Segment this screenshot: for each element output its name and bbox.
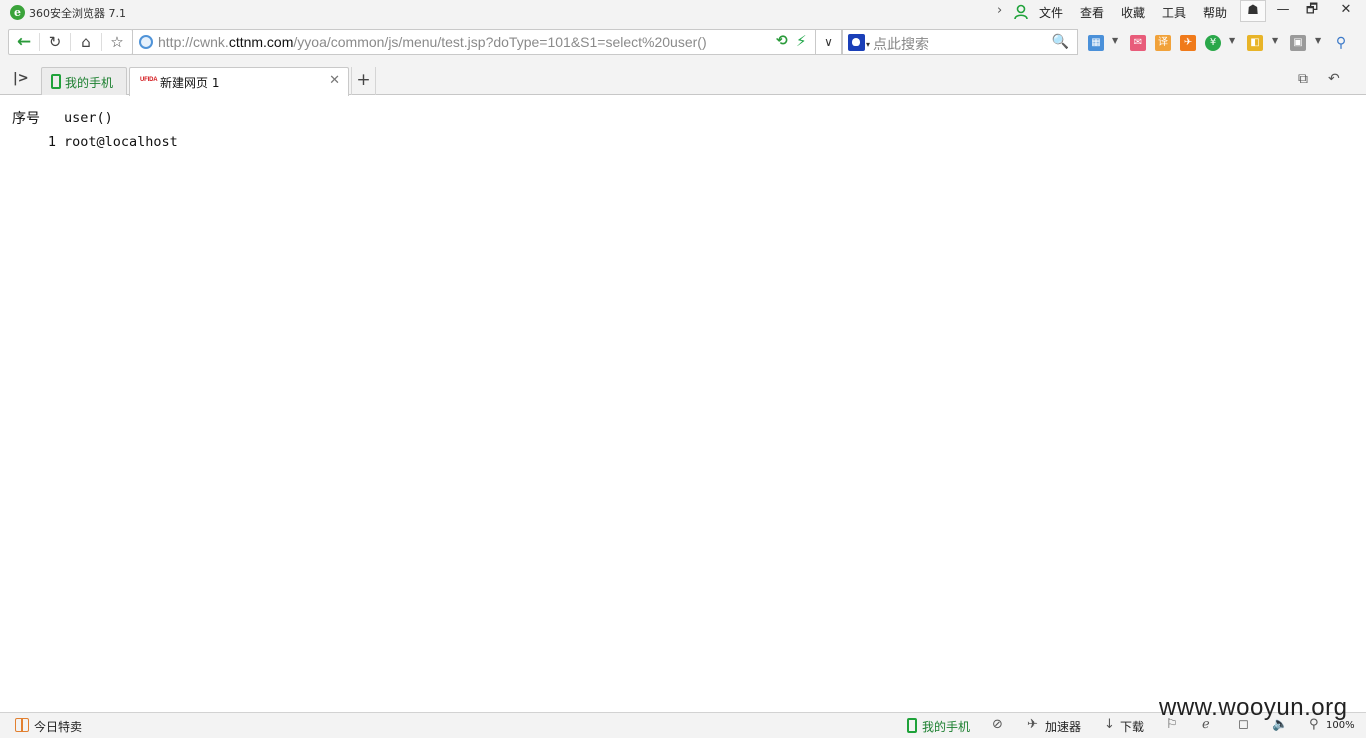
menu-view[interactable]: 查看 xyxy=(1080,4,1104,21)
deals-link[interactable]: 今日特卖 xyxy=(34,718,82,735)
shield-icon[interactable]: ¥ xyxy=(1205,35,1221,51)
search-input[interactable]: 点此搜索 xyxy=(873,34,929,54)
download-icon[interactable]: ↓ xyxy=(1104,717,1115,732)
row-user: root@localhost xyxy=(64,134,178,150)
search-engine-icon[interactable] xyxy=(848,34,865,51)
accelerator-button[interactable]: 加速器 xyxy=(1045,718,1081,735)
table-header-row: 序号 user() xyxy=(10,106,180,130)
search-bar[interactable]: ▾ 点此搜索 🔍 xyxy=(842,29,1078,55)
page-content: 序号 user() 1 root@localhost xyxy=(0,96,1366,712)
home-button[interactable]: ⌂ xyxy=(71,30,101,54)
menu-help[interactable]: 帮助 xyxy=(1203,4,1227,21)
new-tab-button[interactable]: + xyxy=(351,67,376,95)
title-bar: e 360安全浏览器 7.1 › 文件 查看 收藏 工具 帮助 ☗ — 🗗 ✕ xyxy=(0,0,1366,26)
minimize-button[interactable]: — xyxy=(1268,0,1298,22)
chevron-down-icon[interactable]: ▾ xyxy=(866,40,870,49)
skin-button[interactable]: ☗ xyxy=(1240,0,1266,22)
column-header-index: 序号 xyxy=(12,111,40,127)
menu-favorites[interactable]: 收藏 xyxy=(1121,4,1145,21)
chevron-down-icon[interactable]: ▼ xyxy=(1229,36,1235,45)
app-title: 360安全浏览器 7.1 xyxy=(29,7,126,20)
undo-close-tab-icon[interactable]: ↶ xyxy=(1328,71,1340,87)
speed-mode-icon[interactable]: ⚡ xyxy=(796,32,807,50)
favorite-star-button[interactable]: ☆ xyxy=(102,30,132,54)
phone-icon xyxy=(51,74,61,89)
coupon-icon[interactable]: ◧ xyxy=(1247,35,1263,51)
search-icon[interactable]: 🔍 xyxy=(1052,34,1069,50)
table-row: 1 root@localhost xyxy=(10,130,180,154)
sidebar-toggle-icon[interactable]: |> xyxy=(13,71,29,86)
page-info-icon[interactable] xyxy=(139,35,153,49)
url-host: cttnm.com xyxy=(228,34,294,50)
address-bar[interactable]: http://cwnk.cttnm.com/yyoa/common/js/men… xyxy=(132,29,816,55)
my-phone-link[interactable]: 我的手机 xyxy=(922,718,970,735)
translate-icon[interactable]: 译 xyxy=(1155,35,1171,51)
flight-icon[interactable]: ✈ xyxy=(1180,35,1196,51)
extension-icon[interactable]: ✉ xyxy=(1130,35,1146,51)
browser-logo-icon: e xyxy=(10,5,25,20)
url-prefix: http://cwnk. xyxy=(158,34,229,50)
chevron-down-icon[interactable]: ▼ xyxy=(1272,36,1278,45)
download-button[interactable]: 下载 xyxy=(1120,718,1144,735)
nav-button-group: ← ↻ ⌂ ☆ xyxy=(8,29,133,55)
tab-my-phone[interactable]: 我的手机 xyxy=(41,67,127,95)
close-icon[interactable]: ✕ xyxy=(329,73,340,88)
close-button[interactable]: ✕ xyxy=(1330,0,1362,22)
find-icon[interactable]: ⚲ xyxy=(1333,35,1349,51)
browser-logo-icon[interactable]: ⊘ xyxy=(992,717,1003,732)
navigation-toolbar: ← ↻ ⌂ ☆ http://cwnk.cttnm.com/yyoa/commo… xyxy=(0,26,1366,62)
row-index: 1 xyxy=(47,134,56,150)
rocket-icon[interactable]: ✈ xyxy=(1027,717,1038,732)
tab-active[interactable]: UFIDA 新建网页 1 ✕ xyxy=(129,67,349,96)
maximize-button[interactable]: 🗗 xyxy=(1297,0,1327,22)
phone-icon[interactable] xyxy=(907,718,917,733)
tab-label: 我的手机 xyxy=(65,76,114,90)
user-icon[interactable] xyxy=(1014,4,1028,20)
menu-tools[interactable]: 工具 xyxy=(1162,4,1186,21)
result-table: 序号 user() 1 root@localhost xyxy=(10,106,180,154)
url-history-dropdown[interactable]: ∨ xyxy=(816,29,842,55)
chevron-right-icon[interactable]: › xyxy=(997,3,1002,18)
apps-icon[interactable]: ▦ xyxy=(1088,35,1104,51)
refresh-button[interactable]: ↻ xyxy=(40,30,70,54)
compat-mode-icon[interactable]: ⟲ xyxy=(776,33,788,49)
ufida-favicon-icon: UFIDA xyxy=(140,77,158,83)
chevron-down-icon[interactable]: ▼ xyxy=(1112,36,1118,45)
column-header-user: user() xyxy=(64,110,113,126)
url-path: /yyoa/common/js/menu/test.jsp?doType=101… xyxy=(293,34,707,50)
tab-strip: |> 我的手机 UFIDA 新建网页 1 ✕ + ⧉ ↶ xyxy=(0,62,1366,96)
tab-list-icon[interactable]: ⧉ xyxy=(1298,71,1308,87)
tab-label: 新建网页 1 xyxy=(160,76,220,90)
chevron-down-icon[interactable]: ▼ xyxy=(1315,36,1321,45)
screenshot-icon[interactable]: ▣ xyxy=(1290,35,1306,51)
gift-icon[interactable] xyxy=(15,718,29,732)
back-button[interactable]: ← xyxy=(9,30,39,54)
url-text[interactable]: http://cwnk.cttnm.com/yyoa/common/js/men… xyxy=(158,34,707,50)
watermark: www.wooyun.org xyxy=(1159,694,1348,721)
menu-file[interactable]: 文件 xyxy=(1039,4,1063,21)
